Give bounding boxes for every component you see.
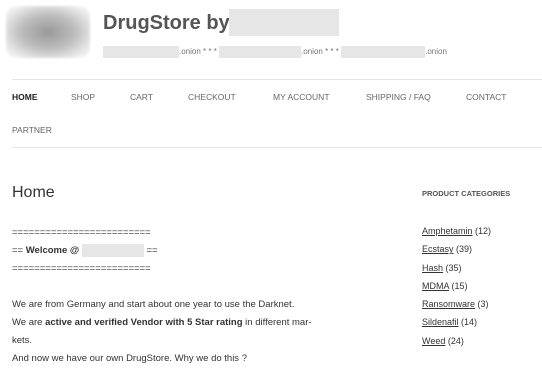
category-list: Amphetamin (12) Ecstasy (39) Hash (35) M…	[422, 222, 491, 350]
paragraph-vendor-cont: kets.	[12, 335, 33, 346]
category-link-hash[interactable]: Hash	[422, 263, 443, 273]
category-link-ecstasy[interactable]: Ecstasy	[422, 244, 454, 254]
category-link-weed[interactable]: Weed	[422, 336, 445, 346]
category-item: Amphetamin (12)	[422, 222, 491, 240]
paragraph-origin: We are from Germany and start about one …	[12, 299, 295, 310]
paragraph-vendor-start: We are	[12, 317, 46, 328]
category-link-amphetamin[interactable]: Amphetamin	[422, 226, 473, 236]
main-nav: HOME SHOP CART CHECKOUT MY ACCOUNT SHIPP…	[12, 79, 542, 135]
paragraph-why: And now we have our own DrugStore. Why w…	[12, 353, 247, 364]
site-title[interactable]: DrugStore by	[103, 12, 230, 35]
nav-partner[interactable]: PARTNER	[12, 125, 52, 135]
category-link-sildenafil[interactable]: Sildenafil	[422, 317, 459, 327]
tagline-part: .onion	[425, 47, 447, 57]
redacted-vendor-name	[81, 243, 144, 257]
category-count: (15)	[451, 280, 468, 291]
category-count: (35)	[445, 262, 462, 273]
welcome-suffix: ==	[143, 245, 158, 256]
category-item: Hash (35)	[422, 259, 491, 277]
nav-shop[interactable]: SHOP	[71, 92, 95, 102]
category-count: (14)	[461, 317, 478, 328]
category-count: (24)	[447, 335, 464, 346]
category-item: MDMA (15)	[422, 277, 491, 295]
category-link-ransomware[interactable]: Ransomware	[422, 299, 475, 309]
paragraph-vendor: We are active and verified Vendor with 5…	[12, 314, 372, 332]
nav-cart[interactable]: CART	[130, 92, 153, 102]
category-count: (3)	[477, 299, 489, 310]
nav-divider	[12, 147, 542, 148]
divider-line: =========================	[12, 263, 151, 274]
site-tagline: .onion * * * .onion * * * .onion	[103, 46, 447, 58]
category-link-mdma[interactable]: MDMA	[422, 281, 449, 291]
welcome-prefix: ==	[12, 245, 26, 256]
nav-shipping-faq[interactable]: SHIPPING / FAQ	[366, 92, 431, 102]
nav-home[interactable]: HOME	[12, 92, 38, 102]
nav-checkout[interactable]: CHECKOUT	[188, 92, 236, 102]
sidebar-title: PRODUCT CATEGORIES	[422, 189, 511, 198]
redacted-address	[341, 46, 426, 58]
page-title: Home	[12, 184, 55, 201]
redacted-vendor-name	[229, 9, 339, 36]
nav-my-account[interactable]: MY ACCOUNT	[273, 92, 330, 102]
paragraph-vendor-end: in different mar-	[242, 317, 312, 328]
divider-line: =========================	[12, 227, 151, 238]
redacted-address	[219, 46, 302, 58]
category-count: (12)	[475, 226, 492, 236]
category-item: Sildenafil (14)	[422, 313, 491, 331]
category-count: (39)	[456, 244, 473, 255]
tagline-part: .onion * * *	[179, 47, 217, 57]
vendor-rating-highlight: active and verified Vendor with 5 Star r…	[45, 317, 243, 328]
page-content: ========================= == Welcome @ =…	[12, 224, 372, 368]
welcome-text: Welcome @	[25, 245, 80, 256]
tagline-part: .onion * * *	[301, 47, 339, 57]
category-item: Ecstasy (39)	[422, 240, 491, 258]
site-logo[interactable]	[6, 6, 90, 58]
nav-contact[interactable]: CONTACT	[466, 92, 506, 102]
category-item: Ransomware (3)	[422, 295, 491, 313]
redacted-address	[103, 46, 179, 58]
category-item: Weed (24)	[422, 332, 491, 350]
welcome-line: == Welcome @ ==	[12, 242, 372, 260]
